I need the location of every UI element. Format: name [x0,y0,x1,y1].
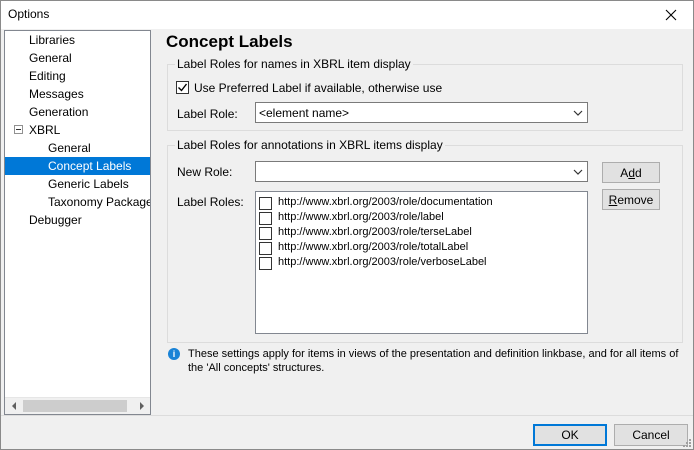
page-title: Concept Labels [166,32,293,51]
role-checkbox[interactable] [259,242,272,255]
chevron-left-icon [11,402,16,410]
annotations-label-roles-group: Label Roles for annotations in XBRL item… [167,138,683,343]
info-icon: i [168,348,180,360]
use-preferred-label-text: Use Preferred Label if available, otherw… [194,81,443,95]
window-title: Options [8,7,50,21]
add-button[interactable]: Add [602,162,660,183]
group-title: Label Roles for annotations in XBRL item… [175,138,445,152]
title-bar: Options [1,1,693,29]
remove-button[interactable]: Remove [602,189,660,210]
close-button[interactable] [649,1,693,29]
use-preferred-label-checkbox[interactable] [176,81,189,94]
role-checkbox[interactable] [259,257,272,270]
new-role-label: New Role: [177,165,233,179]
checkmark-icon [178,83,188,92]
scrollbar-thumb[interactable] [23,400,127,412]
tree-item-messages[interactable]: Messages [29,85,150,103]
label-role-select[interactable]: <element name> [255,102,588,123]
tree-item-editing[interactable]: Editing [29,67,150,85]
tree-item-general[interactable]: General [29,49,150,67]
role-checkbox[interactable] [259,227,272,240]
dialog-footer: OK Cancel [1,415,693,449]
scroll-right-arrow[interactable] [133,398,150,414]
tree-item-debugger[interactable]: Debugger [29,211,150,229]
role-checkbox[interactable] [259,212,272,225]
tree-item-generation[interactable]: Generation [29,103,150,121]
xbrl-collapse-toggle[interactable] [14,125,23,134]
label-role-value: <element name> [259,106,350,120]
cancel-button[interactable]: Cancel [614,424,688,446]
names-label-roles-group: Label Roles for names in XBRL item displ… [167,57,683,131]
tree-item-concept-labels[interactable]: Concept Labels [5,157,150,175]
role-checkbox[interactable] [259,197,272,210]
chevron-down-icon [573,169,583,175]
options-tree[interactable]: Libraries General Editing Messages Gener… [4,30,151,415]
scroll-left-arrow[interactable] [5,398,22,414]
settings-panel: Concept Labels Label Roles for names in … [154,30,692,415]
label-roles-label: Label Roles: [177,195,244,209]
label-role-label: Label Role: [177,107,238,121]
chevron-right-icon [139,402,144,410]
ok-button[interactable]: OK [533,424,607,446]
tree-item-libraries[interactable]: Libraries [29,31,150,49]
tree-item-taxonomy-packages[interactable]: Taxonomy Packages [48,193,150,211]
info-note: These settings apply for items in views … [188,348,679,374]
resize-grip-icon[interactable] [681,437,691,447]
tree-item-xbrl[interactable]: XBRL [29,121,150,139]
tree-item-xbrl-general[interactable]: General [48,139,150,157]
tree-item-generic-labels[interactable]: Generic Labels [48,175,150,193]
tree-horizontal-scrollbar[interactable] [5,397,150,414]
group-title: Label Roles for names in XBRL item displ… [175,57,413,71]
options-dialog: Options Libraries General Editing Messag… [0,0,694,450]
close-icon [665,9,677,21]
chevron-down-icon [573,110,583,116]
new-role-select[interactable] [255,161,588,182]
label-roles-list[interactable]: http://www.xbrl.org/2003/role/documentat… [255,191,588,334]
